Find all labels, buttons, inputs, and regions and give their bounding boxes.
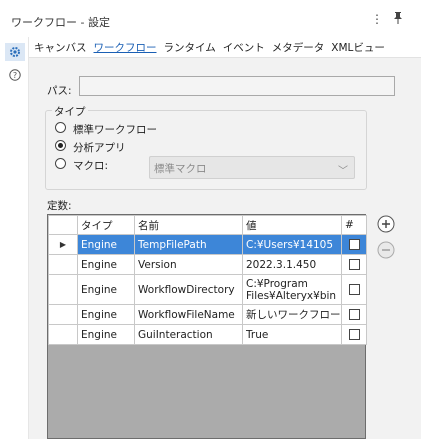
constants-grid[interactable]: タイプ 名前 値 # ▶ Engine TempFilePath C:¥User… (47, 214, 367, 439)
row-indicator (48, 254, 78, 275)
cell-type[interactable]: Engine (77, 324, 135, 345)
svg-text:?: ? (13, 71, 17, 80)
path-field[interactable] (79, 76, 395, 96)
table-row[interactable]: ▶ Engine TempFilePath C:¥Users¥14105 (48, 234, 367, 255)
column-header-name[interactable]: 名前 (134, 215, 243, 235)
path-label: パス: (47, 85, 72, 97)
tab-workflow[interactable]: ワークフロー (94, 40, 157, 55)
gear-icon[interactable] (5, 43, 25, 61)
cell-value[interactable]: C:¥Users¥14105 (242, 234, 342, 255)
radio-analytic-app-label: 分析アプリ (73, 142, 126, 154)
table-header-row: タイプ 名前 値 # (48, 215, 367, 235)
tab-xml-view[interactable]: XMLビュー (331, 40, 385, 55)
constants-table: タイプ 名前 値 # ▶ Engine TempFilePath C:¥User… (48, 215, 367, 345)
window-title: ワークフロー - 設定 (11, 16, 110, 29)
table-row[interactable]: Engine Version 2022.3.1.450 (48, 254, 367, 275)
cell-value[interactable]: C:¥Program Files¥Alteryx¥bin (242, 274, 342, 305)
cell-numeric[interactable] (341, 304, 367, 325)
more-vertical-icon[interactable]: ⋮ (371, 12, 383, 26)
cell-value[interactable]: 2022.3.1.450 (242, 254, 342, 275)
title-bar: ワークフロー - 設定 ⋮ (0, 0, 421, 37)
cell-value[interactable]: 新しいワークフロー2 (242, 304, 342, 325)
help-icon[interactable]: ? (8, 68, 22, 82)
cell-value[interactable]: True (242, 324, 342, 345)
radio-standard-workflow-label: 標準ワークフロー (73, 124, 157, 136)
numeric-checkbox[interactable] (348, 329, 360, 340)
column-header-value[interactable]: 値 (242, 215, 342, 235)
side-toolbar: ? (0, 37, 29, 439)
settings-panel: キャンバス ワークフロー ランタイム イベント メタデータ XMLビュー パス: タイプ … (29, 37, 421, 439)
tab-metadata[interactable]: メタデータ (272, 40, 325, 55)
tab-canvas[interactable]: キャンバス (34, 40, 87, 55)
cell-numeric[interactable] (341, 274, 367, 305)
tab-bar: キャンバス ワークフロー ランタイム イベント メタデータ XMLビュー (34, 40, 392, 56)
table-row[interactable]: Engine WorkflowDirectory C:¥Program File… (48, 274, 367, 305)
add-circle-icon[interactable] (377, 215, 395, 233)
cell-type[interactable]: Engine (77, 234, 135, 255)
cell-type[interactable]: Engine (77, 254, 135, 275)
table-row[interactable]: Engine GuiInteraction True (48, 324, 367, 345)
macro-type-value: 標準マクロ (154, 163, 207, 175)
remove-circle-icon[interactable] (377, 241, 395, 259)
row-indicator-header (48, 215, 78, 235)
tab-events[interactable]: イベント (223, 40, 265, 55)
cell-numeric[interactable] (341, 324, 367, 345)
constants-label: 定数: (47, 200, 72, 212)
cell-numeric[interactable] (341, 234, 367, 255)
radio-macro[interactable] (55, 158, 66, 169)
pin-icon[interactable] (393, 12, 403, 27)
cell-numeric[interactable] (341, 254, 367, 275)
type-legend: タイプ (52, 104, 88, 119)
cell-name[interactable]: Version (134, 254, 243, 275)
cell-name[interactable]: TempFilePath (134, 234, 243, 255)
cell-type[interactable]: Engine (77, 274, 135, 305)
numeric-checkbox[interactable] (348, 284, 360, 295)
radio-macro-label: マクロ: (73, 160, 109, 172)
row-indicator (48, 324, 78, 345)
table-row[interactable]: Engine WorkflowFileName 新しいワークフロー2 (48, 304, 367, 325)
numeric-checkbox[interactable] (348, 239, 360, 250)
chevron-down-icon: ﹀ (338, 166, 348, 177)
row-indicator (48, 274, 78, 305)
column-header-type[interactable]: タイプ (77, 215, 135, 235)
tab-runtime[interactable]: ランタイム (164, 40, 216, 55)
row-indicator (48, 304, 78, 325)
numeric-checkbox[interactable] (348, 259, 360, 270)
radio-analytic-app[interactable] (55, 140, 66, 151)
cell-name[interactable]: WorkflowDirectory (134, 274, 243, 305)
radio-standard-workflow[interactable] (55, 122, 66, 133)
cell-name[interactable]: GuiInteraction (134, 324, 243, 345)
cell-name[interactable]: WorkflowFileName (134, 304, 243, 325)
column-header-numeric[interactable]: # (341, 215, 367, 235)
workflow-settings: パス: タイプ 標準ワークフロー 分析アプリ マクロ: 標準マクロ ﹀ 定数: (29, 57, 421, 439)
numeric-checkbox[interactable] (348, 309, 360, 320)
cell-type[interactable]: Engine (77, 304, 135, 325)
row-pointer-icon: ▶ (48, 234, 78, 255)
macro-type-select[interactable]: 標準マクロ ﹀ (149, 156, 355, 179)
